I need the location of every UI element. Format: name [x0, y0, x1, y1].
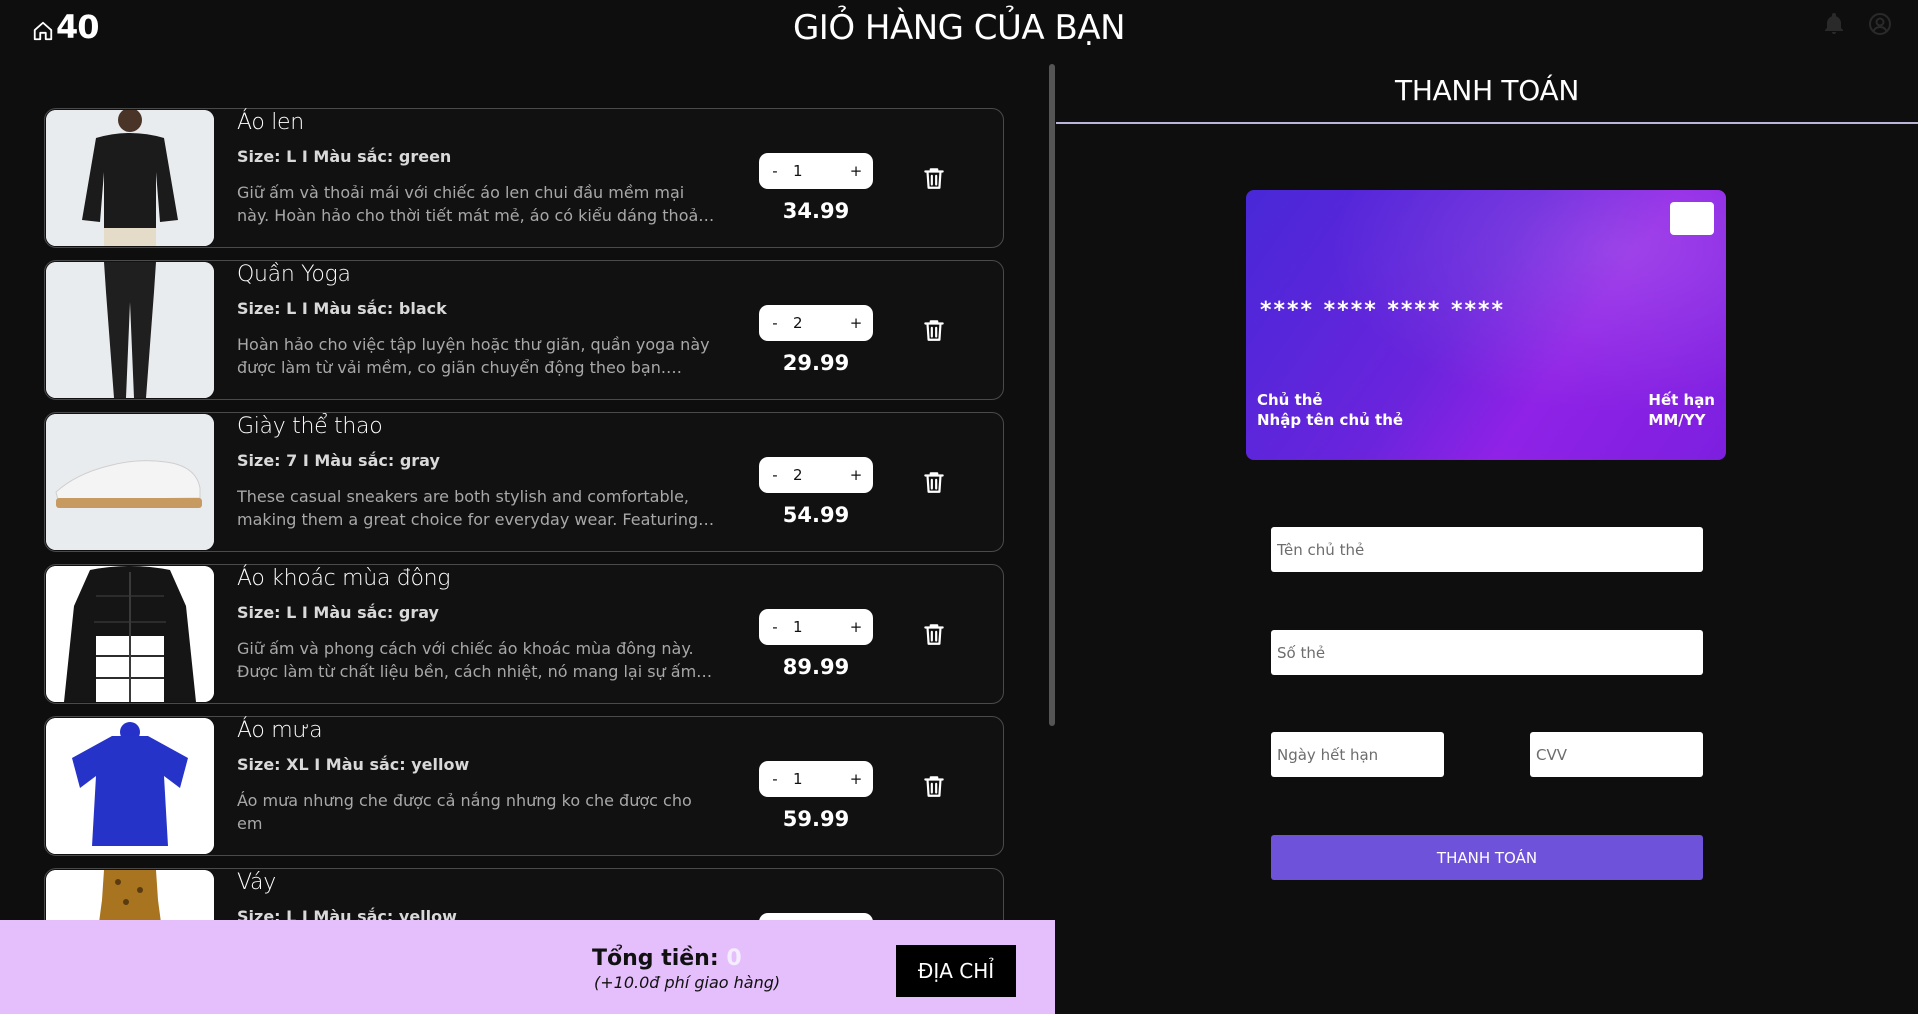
quantity-value: 1 — [793, 770, 803, 788]
quantity-stepper: -1 + — [759, 153, 873, 189]
total-value: 0 — [726, 946, 742, 971]
cart-item: Giày thể thao Size: 7 I Màu sắc: gray Thes… — [44, 412, 1004, 552]
trash-icon[interactable] — [921, 773, 947, 799]
product-description: Áo mưa nhưng che được cả nắng nhưng ko c… — [237, 791, 692, 833]
product-name: Quần Yoga — [237, 262, 351, 287]
payment-title: THANH TOÁN — [1395, 74, 1579, 107]
page-title: GIỎ HÀNG CỦA BẠN — [792, 8, 1126, 48]
card-chip — [1670, 202, 1714, 235]
product-meta: Size: XL I Màu sắc: yellow — [237, 755, 470, 774]
header-actions — [1822, 12, 1892, 40]
product-price: 59.99 — [782, 807, 850, 831]
product-image[interactable] — [46, 870, 214, 920]
card-holder-value: Nhập tên chủ thẻ — [1257, 411, 1404, 429]
quantity-stepper: -+ — [759, 913, 873, 920]
product-meta: Size: L I Màu sắc: green — [237, 147, 452, 166]
cart-scrollbar[interactable] — [1049, 64, 1055, 726]
product-name: Áo len — [237, 110, 304, 135]
quantity-stepper: -1 + — [759, 609, 873, 645]
decrease-button[interactable]: - — [759, 466, 791, 484]
product-name: Áo khoác mùa đông — [237, 566, 451, 591]
payment-divider — [1056, 122, 1918, 124]
shipping-note: (+10.0đ phí giao hàng) — [594, 973, 781, 992]
address-button[interactable]: ĐỊA CHỈ — [896, 945, 1016, 997]
product-name: Váy — [237, 870, 276, 895]
product-description: Giữ ấm và thoải mái với chiếc áo len chu… — [237, 183, 703, 225]
product-name: Áo mưa — [237, 718, 323, 743]
credit-card-preview: **** **** **** **** Chủ thẻ Nhập tên chủ… — [1246, 190, 1726, 460]
product-meta: Size: L I Màu sắc: black — [237, 299, 447, 318]
cart-item: Áo khoác mùa đông Size: L I Màu sắc: gray… — [44, 564, 1004, 704]
product-image[interactable] — [46, 718, 214, 854]
trash-icon[interactable] — [921, 621, 947, 647]
card-number-input[interactable] — [1271, 630, 1703, 675]
card-holder-label: Chủ thẻ — [1257, 391, 1323, 409]
expiry-input[interactable] — [1271, 732, 1444, 777]
product-image[interactable] — [46, 566, 214, 702]
user-icon[interactable] — [1868, 12, 1892, 40]
product-meta: Size: L I Màu sắc: gray — [237, 603, 439, 622]
pay-button[interactable]: THANH TOÁN — [1271, 835, 1703, 880]
bell-icon[interactable] — [1822, 12, 1846, 40]
increase-button[interactable]: + — [839, 618, 873, 636]
card-holder: Chủ thẻ Nhập tên chủ thẻ — [1257, 390, 1403, 430]
decrease-button[interactable]: - — [759, 770, 791, 788]
product-price: 54.99 — [782, 503, 850, 527]
card-expiry-label: Hết hạn — [1648, 391, 1715, 409]
cart-item: Quần Yoga Size: L I Màu sắc: black Hoàn hả… — [44, 260, 1004, 400]
trash-icon[interactable] — [921, 165, 947, 191]
product-price: 29.99 — [782, 351, 850, 375]
card-expiry: Hết hạn MM/YY — [1648, 390, 1715, 430]
product-description: Hoàn hảo cho việc tập luyện hoặc thư giã… — [237, 335, 710, 377]
quantity-value: 2 — [793, 314, 803, 332]
product-image[interactable] — [46, 414, 214, 550]
decrease-button[interactable]: - — [759, 618, 791, 636]
increase-button[interactable]: + — [839, 466, 873, 484]
decrease-button[interactable]: - — [759, 314, 791, 332]
increase-button[interactable]: + — [839, 162, 873, 180]
increase-button[interactable]: + — [839, 314, 873, 332]
quantity-stepper: -2 + — [759, 305, 873, 341]
trash-icon[interactable] — [921, 469, 947, 495]
product-meta: Size: L I Màu sắc: yellow — [237, 907, 457, 920]
cart-item: Áo len Size: L I Màu sắc: green Giữ ấm và … — [44, 108, 1004, 248]
card-expiry-value: MM/YY — [1648, 411, 1706, 429]
summary-bar: Tổng tiền: 0 (+10.0đ phí giao hàng) ĐỊA … — [0, 920, 1055, 1014]
quantity-stepper: -1 + — [759, 761, 873, 797]
product-description: These casual sneakers are both stylish a… — [237, 487, 699, 529]
decrease-button[interactable]: - — [759, 162, 791, 180]
quantity-value: 1 — [793, 618, 803, 636]
cart-item: Váy Size: L I Màu sắc: yellow -+ — [44, 868, 1004, 920]
total-label: Tổng tiền: — [592, 946, 719, 971]
cart-list[interactable]: Áo len Size: L I Màu sắc: green Giữ ấm và … — [44, 64, 1026, 920]
quantity-value: 1 — [793, 162, 803, 180]
product-image[interactable] — [46, 262, 214, 398]
total-line: Tổng tiền: 0 — [592, 946, 780, 971]
product-description: Giữ ấm và phong cách với chiếc áo khoác … — [237, 639, 697, 681]
quantity-value: 2 — [793, 466, 803, 484]
product-image[interactable] — [46, 110, 214, 246]
total-block: Tổng tiền: 0 (+10.0đ phí giao hàng) — [592, 946, 780, 992]
quantity-stepper: -2 + — [759, 457, 873, 493]
card-holder-input[interactable] — [1271, 527, 1703, 572]
cvv-input[interactable] — [1530, 732, 1703, 777]
product-name: Giày thể thao — [237, 414, 383, 439]
product-meta: Size: 7 I Màu sắc: gray — [237, 451, 440, 470]
cart-item: Áo mưa Size: XL I Màu sắc: yellow Áo mưa n… — [44, 716, 1004, 856]
card-number: **** **** **** **** — [1260, 298, 1506, 323]
trash-icon[interactable] — [921, 317, 947, 343]
product-price: 34.99 — [782, 199, 850, 223]
product-price: 89.99 — [782, 655, 850, 679]
increase-button[interactable]: + — [839, 770, 873, 788]
